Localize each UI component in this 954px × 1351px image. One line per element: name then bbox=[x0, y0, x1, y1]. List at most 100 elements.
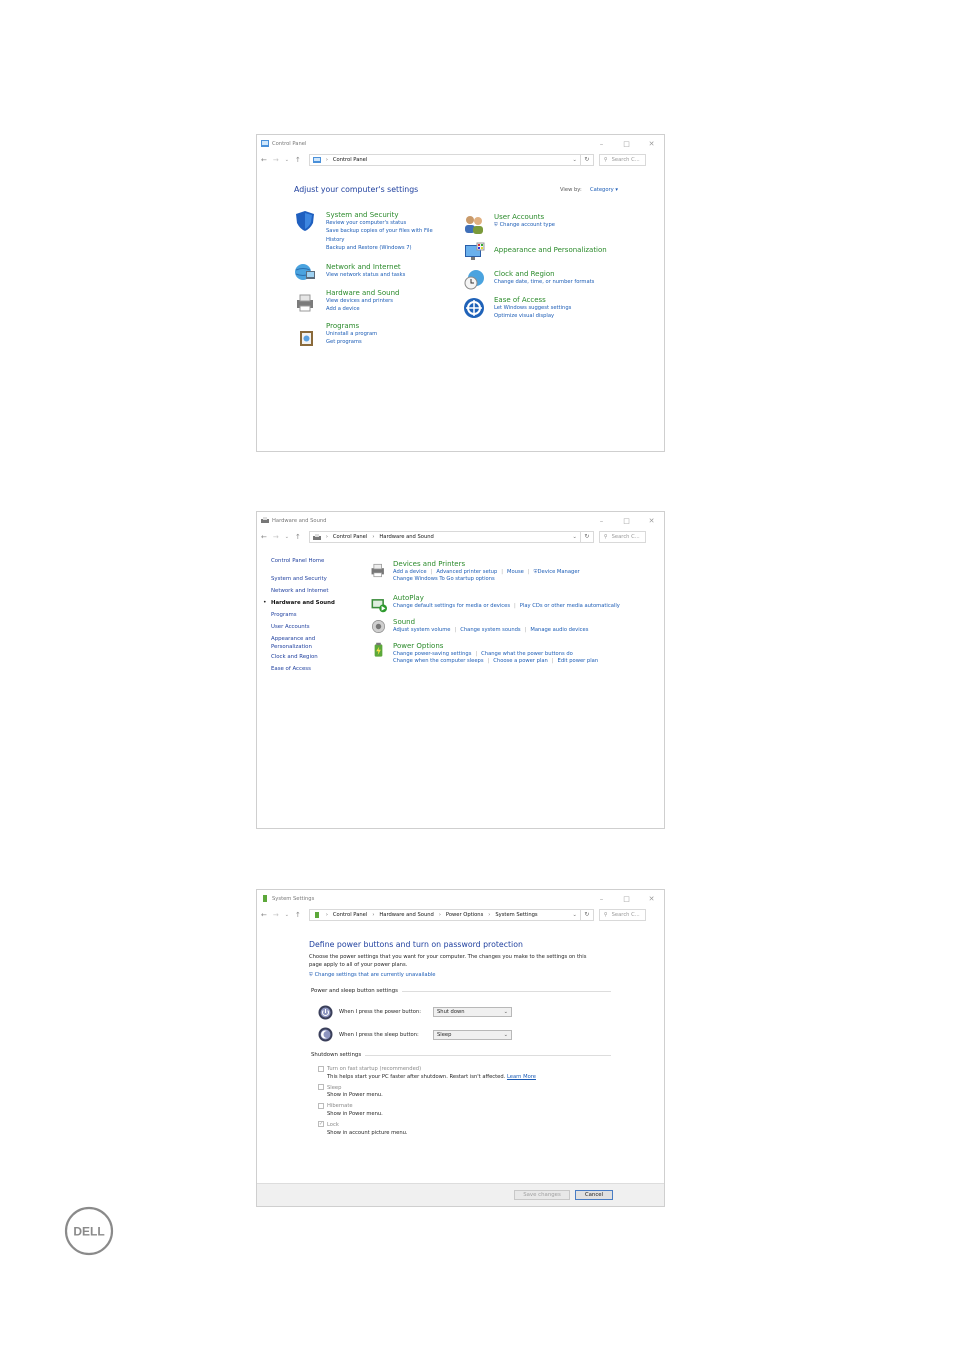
sidebar-item-system-security[interactable]: System and Security bbox=[271, 573, 335, 585]
minimize-button[interactable]: – bbox=[589, 140, 614, 148]
forward-arrow-icon[interactable]: → bbox=[273, 911, 279, 919]
category-link[interactable]: Add a device bbox=[326, 305, 399, 313]
category-title[interactable]: Network and Internet bbox=[326, 263, 405, 271]
sidebar-item-ease-of-access[interactable]: Ease of Access bbox=[271, 663, 335, 675]
hibernate-checkbox[interactable] bbox=[318, 1102, 324, 1109]
power-button-select[interactable]: Shut down ⌄ bbox=[433, 1007, 512, 1017]
sidebar-item-network-internet[interactable]: Network and Internet bbox=[271, 585, 335, 597]
category-link[interactable]: Review your computer's status bbox=[326, 219, 433, 227]
section-link[interactable]: Change what the power buttons do bbox=[481, 651, 573, 657]
close-button[interactable]: ✕ bbox=[639, 895, 664, 903]
category-title[interactable]: Hardware and Sound bbox=[326, 289, 399, 297]
section-title[interactable]: Power Options bbox=[393, 642, 598, 650]
forward-arrow-icon[interactable]: → bbox=[273, 156, 279, 164]
breadcrumb-item[interactable]: Control Panel bbox=[333, 534, 367, 540]
dropdown-chevron-icon[interactable]: ⌄ bbox=[572, 157, 576, 163]
view-by-dropdown[interactable]: Category ▾ bbox=[590, 187, 618, 193]
refresh-button[interactable]: ↻ bbox=[580, 909, 594, 921]
address-bar[interactable]: › Control Panel ⌄ bbox=[308, 154, 581, 166]
section-link[interactable]: Change when the computer sleeps bbox=[393, 658, 484, 664]
sidebar-item-hardware-sound[interactable]: Hardware and Sound bbox=[271, 597, 335, 609]
fast-startup-checkbox[interactable] bbox=[318, 1065, 324, 1072]
maximize-button[interactable]: □ bbox=[614, 517, 639, 525]
refresh-button[interactable]: ↻ bbox=[580, 531, 594, 543]
section-link[interactable]: Change system sounds bbox=[460, 627, 520, 633]
category-title[interactable]: User Accounts bbox=[494, 213, 555, 221]
sidebar-item-programs[interactable]: Programs bbox=[271, 609, 335, 621]
category-title[interactable]: Programs bbox=[326, 322, 377, 330]
category-link[interactable]: History bbox=[326, 236, 433, 244]
search-input[interactable]: ⚲ Search C... bbox=[598, 531, 646, 543]
address-bar[interactable]: › Control Panel › Hardware and Sound › P… bbox=[308, 909, 581, 921]
section-link[interactable]: Adjust system volume bbox=[393, 627, 451, 633]
close-button[interactable]: ✕ bbox=[639, 517, 664, 525]
sidebar-item-clock-region[interactable]: Clock and Region bbox=[271, 651, 335, 663]
breadcrumb-item[interactable]: Hardware and Sound bbox=[379, 912, 433, 918]
save-changes-button[interactable]: Save changes bbox=[514, 1190, 570, 1200]
minimize-button[interactable]: – bbox=[589, 517, 614, 525]
section-title[interactable]: AutoPlay bbox=[393, 594, 620, 602]
back-arrow-icon[interactable]: ← bbox=[261, 156, 267, 164]
sidebar-item-user-accounts[interactable]: User Accounts bbox=[271, 621, 335, 633]
sleep-checkbox[interactable] bbox=[318, 1084, 324, 1091]
up-arrow-icon[interactable]: ↑ bbox=[295, 911, 301, 919]
chevron-down-icon[interactable]: ⌄ bbox=[285, 912, 289, 918]
sleep-button-select[interactable]: Sleep ⌄ bbox=[433, 1030, 512, 1040]
sidebar-item-control-panel-home[interactable]: Control Panel Home bbox=[271, 555, 335, 567]
breadcrumb-item[interactable]: Hardware and Sound bbox=[379, 534, 433, 540]
section-link[interactable]: Edit power plan bbox=[558, 658, 599, 664]
category-link[interactable]: View devices and printers bbox=[326, 297, 399, 305]
breadcrumb-item[interactable]: Power Options bbox=[446, 912, 483, 918]
address-bar[interactable]: › Control Panel › Hardware and Sound ⌄ bbox=[308, 531, 581, 543]
up-arrow-icon[interactable]: ↑ bbox=[295, 533, 301, 541]
category-title[interactable]: System and Security bbox=[326, 211, 433, 219]
section-link[interactable]: Add a device bbox=[393, 569, 427, 575]
category-link[interactable]: Change date, time, or number formats bbox=[494, 278, 594, 286]
sidebar-item-appearance[interactable]: Appearance and bbox=[271, 635, 335, 643]
sidebar-item-personalization[interactable]: Personalization bbox=[271, 643, 335, 651]
section-title[interactable]: Devices and Printers bbox=[393, 560, 580, 568]
section-link[interactable]: Mouse bbox=[507, 569, 524, 575]
back-arrow-icon[interactable]: ← bbox=[261, 911, 267, 919]
dropdown-chevron-icon[interactable]: ⌄ bbox=[572, 912, 576, 918]
chevron-down-icon[interactable]: ⌄ bbox=[285, 157, 289, 163]
lock-checkbox[interactable]: ✓ bbox=[318, 1121, 324, 1128]
breadcrumb-item[interactable]: Control Panel bbox=[333, 157, 367, 163]
category-link[interactable]: Let Windows suggest settings bbox=[494, 304, 571, 312]
search-input[interactable]: ⚲ Search C... bbox=[598, 154, 646, 166]
section-link[interactable]: Change Windows To Go startup options bbox=[393, 576, 495, 582]
maximize-button[interactable]: □ bbox=[614, 140, 639, 148]
category-title[interactable]: Clock and Region bbox=[494, 270, 594, 278]
dropdown-chevron-icon[interactable]: ⌄ bbox=[572, 534, 576, 540]
category-link[interactable]: Uninstall a program bbox=[326, 330, 377, 338]
breadcrumb-item[interactable]: System Settings bbox=[495, 912, 537, 918]
forward-arrow-icon[interactable]: → bbox=[273, 533, 279, 541]
section-title[interactable]: Sound bbox=[393, 618, 588, 626]
section-link[interactable]: Device Manager bbox=[538, 569, 580, 575]
section-link[interactable]: Play CDs or other media automatically bbox=[520, 603, 620, 609]
chevron-down-icon[interactable]: ⌄ bbox=[285, 534, 289, 540]
learn-more-link[interactable]: Learn More bbox=[507, 1074, 536, 1080]
category-link[interactable]: Get programs bbox=[326, 338, 377, 346]
breadcrumb-item[interactable]: Control Panel bbox=[333, 912, 367, 918]
category-link[interactable]: View network status and tasks bbox=[326, 271, 405, 279]
section-link[interactable]: Manage audio devices bbox=[530, 627, 588, 633]
category-title[interactable]: Ease of Access bbox=[494, 296, 571, 304]
up-arrow-icon[interactable]: ↑ bbox=[295, 156, 301, 164]
category-title[interactable]: Appearance and Personalization bbox=[494, 246, 607, 254]
minimize-button[interactable]: – bbox=[589, 895, 614, 903]
back-arrow-icon[interactable]: ← bbox=[261, 533, 267, 541]
search-input[interactable]: ⚲ Search C... bbox=[598, 909, 646, 921]
category-link[interactable]: Optimize visual display bbox=[494, 312, 571, 320]
category-link[interactable]: Save backup copies of your files with Fi… bbox=[326, 227, 433, 235]
section-link[interactable]: Choose a power plan bbox=[493, 658, 548, 664]
refresh-button[interactable]: ↻ bbox=[580, 154, 594, 166]
category-link[interactable]: Backup and Restore (Windows 7) bbox=[326, 244, 433, 252]
maximize-button[interactable]: □ bbox=[614, 895, 639, 903]
section-link[interactable]: Change power-saving settings bbox=[393, 651, 471, 657]
change-settings-link[interactable]: ⛨ Change settings that are currently una… bbox=[309, 972, 436, 979]
close-button[interactable]: ✕ bbox=[639, 140, 664, 148]
section-link[interactable]: Advanced printer setup bbox=[436, 569, 497, 575]
category-link[interactable]: Change account type bbox=[500, 222, 555, 228]
cancel-button[interactable]: Cancel bbox=[575, 1190, 613, 1200]
